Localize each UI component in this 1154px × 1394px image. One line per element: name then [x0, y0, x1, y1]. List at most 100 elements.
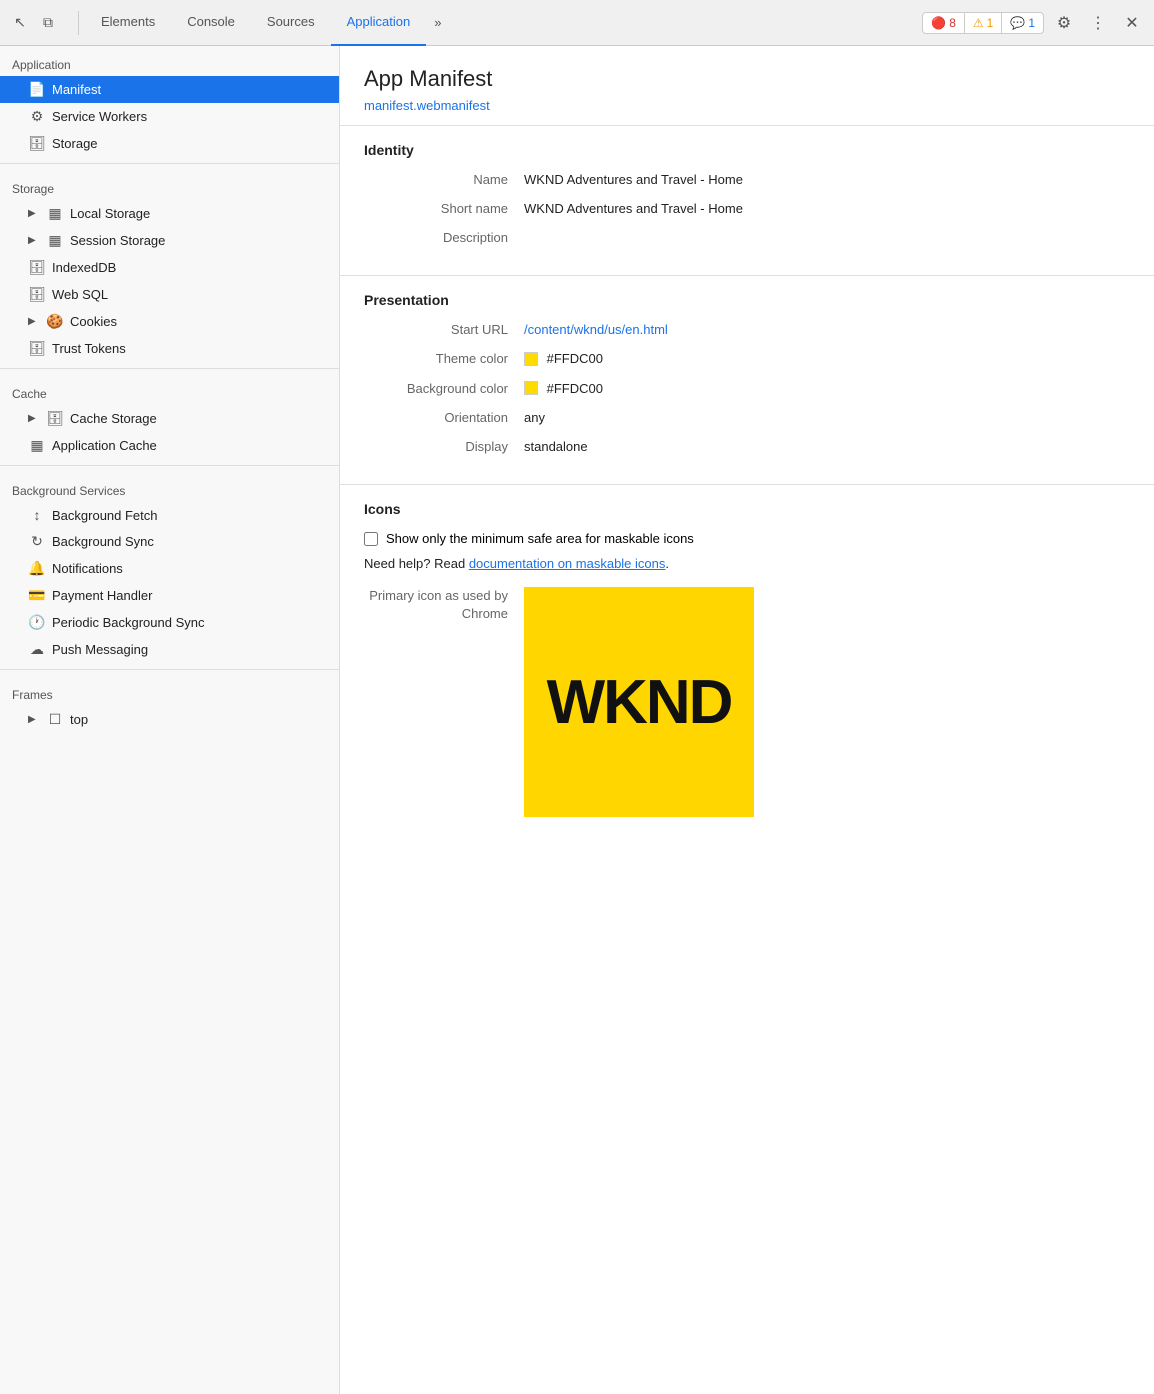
theme-color-swatch — [524, 352, 538, 366]
cache-section-title: Cache — [0, 375, 339, 405]
sidebar-item-storage[interactable]: 🗄 Storage — [0, 130, 339, 157]
sidebar-item-bg-fetch[interactable]: ↕ Background Fetch — [0, 502, 339, 528]
theme-color-value: #FFDC00 — [524, 351, 603, 367]
service-workers-icon: ⚙ — [28, 108, 46, 125]
start-url-value[interactable]: /content/wknd/us/en.html — [524, 322, 668, 337]
warn-icon: ⚠ — [973, 16, 984, 30]
sidebar-item-manifest[interactable]: 📄 Manifest — [0, 76, 339, 103]
bg-color-row: Background color #FFDC00 — [364, 381, 1130, 397]
orientation-row: Orientation any — [364, 410, 1130, 425]
sidebar: Application 📄 Manifest ⚙ Service Workers… — [0, 46, 340, 1394]
cookies-icon: 🍪 — [46, 313, 64, 330]
sidebar-item-periodic-bg-sync[interactable]: 🕐 Periodic Background Sync — [0, 609, 339, 636]
sidebar-item-cookies[interactable]: ▶ 🍪 Cookies — [0, 308, 339, 335]
bg-sync-icon: ↻ — [28, 533, 46, 550]
web-sql-icon: 🗄 — [28, 286, 46, 303]
sidebar-item-label: Cache Storage — [70, 411, 157, 426]
display-row: Display standalone — [364, 439, 1130, 454]
sidebar-item-app-cache[interactable]: ▦ Application Cache — [0, 432, 339, 459]
cache-storage-icon: 🗄 — [46, 410, 64, 427]
error-badge[interactable]: 🔴 8 — [923, 13, 965, 33]
sidebar-item-label: Push Messaging — [52, 642, 148, 657]
sidebar-item-label: top — [70, 712, 88, 727]
maskable-checkbox-label: Show only the minimum safe area for mask… — [386, 531, 694, 546]
cursor-icon[interactable]: ↖ — [8, 11, 32, 35]
sidebar-item-label: Background Fetch — [52, 508, 158, 523]
info-icon: 💬 — [1010, 16, 1025, 30]
frame-icon: ☐ — [46, 711, 64, 728]
sidebar-item-cache-storage[interactable]: ▶ 🗄 Cache Storage — [0, 405, 339, 432]
more-tabs-button[interactable]: » — [426, 0, 449, 46]
sidebar-item-service-workers[interactable]: ⚙ Service Workers — [0, 103, 339, 130]
tab-application[interactable]: Application — [331, 0, 427, 46]
icon-preview-text: WKND — [547, 667, 732, 738]
sidebar-item-label: Periodic Background Sync — [52, 615, 204, 630]
storage-icon: 🗄 — [28, 135, 46, 152]
identity-section-title: Identity — [364, 142, 1130, 158]
toolbar-right: 🔴 8 ⚠ 1 💬 1 ⚙ ⋮ ✕ — [922, 9, 1146, 37]
info-badge[interactable]: 💬 1 — [1002, 13, 1043, 33]
description-label: Description — [364, 230, 524, 245]
sidebar-item-payment-handler[interactable]: 💳 Payment Handler — [0, 582, 339, 609]
icon-preview-label: Primary icon as used by Chrome — [364, 587, 524, 623]
error-icon: 🔴 — [931, 16, 946, 30]
presentation-section-title: Presentation — [364, 292, 1130, 308]
sidebar-item-push-messaging[interactable]: ☁ Push Messaging — [0, 636, 339, 663]
warn-count: 1 — [987, 16, 994, 30]
sidebar-item-trust-tokens[interactable]: 🗄 Trust Tokens — [0, 335, 339, 362]
icon-label-line1: Primary icon as used by — [364, 587, 508, 605]
toolbar-tabs: Elements Console Sources Application » — [85, 0, 922, 46]
sidebar-item-web-sql[interactable]: 🗄 Web SQL — [0, 281, 339, 308]
error-count: 8 — [949, 16, 956, 30]
sidebar-item-bg-sync[interactable]: ↻ Background Sync — [0, 528, 339, 555]
tab-console[interactable]: Console — [171, 0, 251, 46]
bg-color-label: Background color — [364, 381, 524, 396]
local-storage-icon: ▦ — [46, 205, 64, 222]
sidebar-item-label: Manifest — [52, 82, 101, 97]
name-value: WKND Adventures and Travel - Home — [524, 172, 743, 187]
more-button[interactable]: ⋮ — [1084, 9, 1112, 37]
app-cache-icon: ▦ — [28, 437, 46, 454]
icon-preview-image: WKND — [524, 587, 754, 817]
bg-color-swatch — [524, 381, 538, 395]
sidebar-item-local-storage[interactable]: ▶ ▦ Local Storage — [0, 200, 339, 227]
presentation-section: Presentation Start URL /content/wknd/us/… — [340, 276, 1154, 485]
help-text-post: . — [665, 556, 669, 571]
help-text-link[interactable]: documentation on maskable icons — [469, 556, 666, 571]
description-row: Description — [364, 230, 1130, 245]
manifest-link[interactable]: manifest.webmanifest — [364, 98, 490, 113]
tab-elements[interactable]: Elements — [85, 0, 171, 46]
sidebar-item-indexeddb[interactable]: 🗄 IndexedDB — [0, 254, 339, 281]
sidebar-item-label: Session Storage — [70, 233, 165, 248]
settings-button[interactable]: ⚙ — [1050, 9, 1078, 37]
theme-color-row: Theme color #FFDC00 — [364, 351, 1130, 367]
orientation-value: any — [524, 410, 545, 425]
short-name-label: Short name — [364, 201, 524, 216]
notifications-icon: 🔔 — [28, 560, 46, 577]
indexeddb-icon: 🗄 — [28, 259, 46, 276]
main-layout: Application 📄 Manifest ⚙ Service Workers… — [0, 46, 1154, 1394]
bg-fetch-icon: ↕ — [28, 507, 46, 523]
maskable-checkbox-row: Show only the minimum safe area for mask… — [364, 531, 1130, 546]
sidebar-item-label: Web SQL — [52, 287, 108, 302]
close-button[interactable]: ✕ — [1118, 9, 1146, 37]
warn-badge[interactable]: ⚠ 1 — [965, 13, 1002, 33]
tab-sources[interactable]: Sources — [251, 0, 331, 46]
bg-color-value: #FFDC00 — [524, 381, 603, 397]
sidebar-item-session-storage[interactable]: ▶ ▦ Session Storage — [0, 227, 339, 254]
icon-label-line2: Chrome — [364, 605, 508, 623]
sidebar-item-label: Storage — [52, 136, 98, 151]
frames-section-title: Frames — [0, 676, 339, 706]
sidebar-item-top[interactable]: ▶ ☐ top — [0, 706, 339, 733]
manifest-icon: 📄 — [28, 81, 46, 98]
payment-handler-icon: 💳 — [28, 587, 46, 604]
display-value: standalone — [524, 439, 588, 454]
help-text-pre: Need help? Read — [364, 556, 469, 571]
name-row: Name WKND Adventures and Travel - Home — [364, 172, 1130, 187]
layers-icon[interactable]: ⧉ — [36, 11, 60, 35]
sidebar-item-label: IndexedDB — [52, 260, 116, 275]
maskable-checkbox[interactable] — [364, 532, 378, 546]
expand-arrow-icon: ▶ — [28, 316, 40, 327]
sidebar-item-notifications[interactable]: 🔔 Notifications — [0, 555, 339, 582]
push-messaging-icon: ☁ — [28, 641, 46, 658]
